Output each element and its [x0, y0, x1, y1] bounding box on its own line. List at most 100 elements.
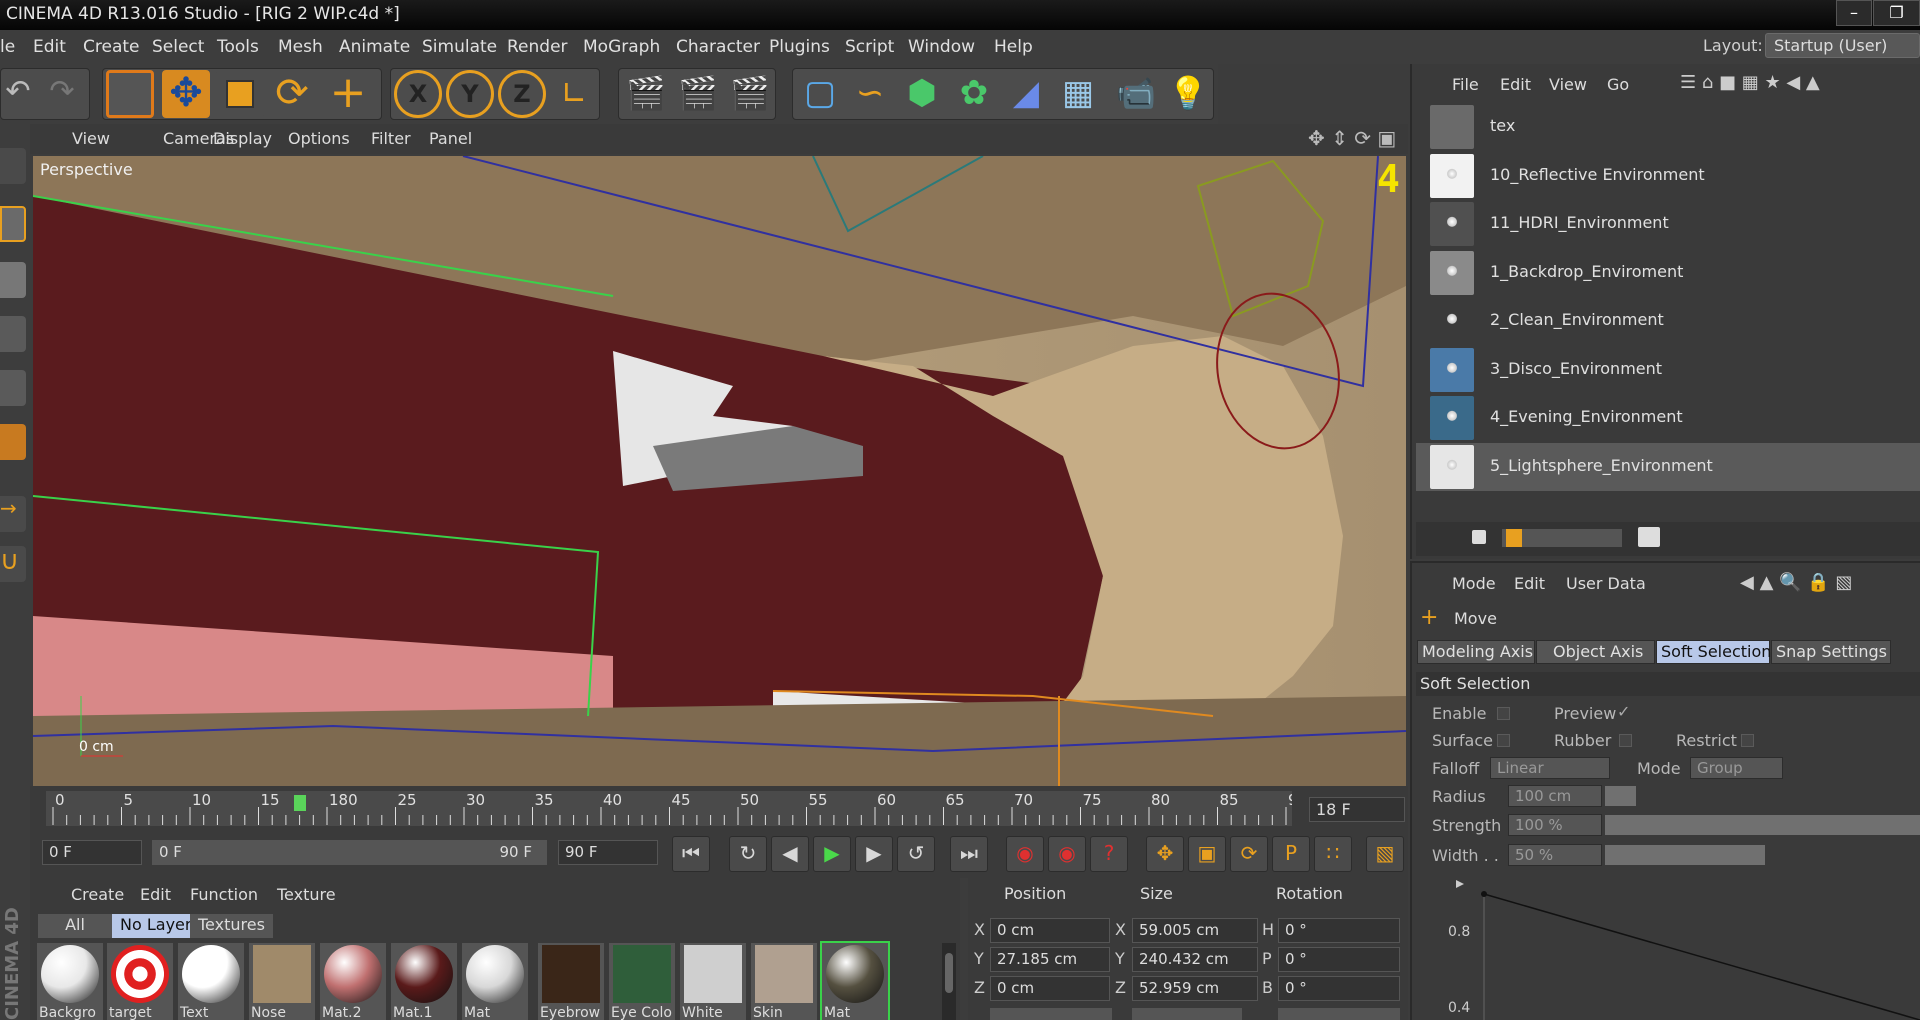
attr-menu-mode[interactable]: Mode [1452, 574, 1496, 593]
radius-slider[interactable] [1605, 786, 1636, 806]
model-mode-icon[interactable] [0, 206, 26, 242]
play-icon[interactable]: ▶ [813, 836, 851, 872]
content-item[interactable]: 2_Clean_Environment [1416, 297, 1920, 345]
scheme-icon[interactable]: ▧ [1366, 836, 1404, 872]
mat-tab-no-layer[interactable]: No Layer [112, 914, 200, 938]
size-field[interactable]: 59.005 cm [1132, 918, 1258, 943]
undo-icon[interactable]: ↶ [0, 74, 36, 114]
material-swatch[interactable]: Mat.2 [320, 943, 386, 1020]
width-field[interactable]: 50 % [1508, 844, 1602, 866]
menu-window[interactable]: Window [908, 37, 975, 57]
recent-tool-icon[interactable]: + [324, 70, 372, 118]
content-item[interactable]: 5_Lightsphere_Environment [1416, 442, 1920, 491]
restrict-checkbox[interactable] [1741, 734, 1754, 747]
menu-simulate[interactable]: Simulate [422, 37, 497, 57]
current-frame-field[interactable]: 18 F [1309, 797, 1405, 822]
render-picture-viewer-icon[interactable]: 🎬 [674, 70, 722, 118]
strength-field[interactable]: 100 % [1508, 814, 1602, 836]
coordinate-mode-dropdown[interactable] [990, 1008, 1112, 1020]
material-swatch[interactable]: Nose [249, 943, 315, 1020]
rotation-field[interactable]: 0 ° [1278, 976, 1400, 1001]
menu-mograph[interactable]: MoGraph [583, 37, 660, 57]
material-swatch[interactable]: White [680, 943, 746, 1020]
polygons-mode-icon[interactable] [0, 424, 26, 460]
mode-dropdown[interactable]: Group [1690, 757, 1783, 779]
material-scrollbar[interactable] [942, 943, 956, 1020]
make-editable-icon[interactable] [0, 148, 26, 184]
start-frame-field[interactable]: 0 F [42, 840, 142, 865]
menu-file[interactable]: le [0, 37, 15, 57]
timeline-playhead[interactable] [294, 795, 306, 811]
vp-menu-display[interactable]: Display [213, 129, 272, 148]
floor-icon[interactable]: ▦ [1054, 70, 1102, 118]
position-field[interactable]: 0 cm [990, 918, 1110, 943]
minimize-button[interactable]: – [1836, 0, 1872, 26]
redo-icon[interactable]: ↷ [42, 74, 82, 114]
mat-menu-edit[interactable]: Edit [140, 885, 171, 904]
render-settings-icon[interactable]: 🎬 [726, 70, 774, 118]
preview-checkbox[interactable]: ✓ [1617, 702, 1630, 721]
mat-menu-texture[interactable]: Texture [277, 885, 336, 904]
cb-menu-file[interactable]: File [1452, 75, 1479, 94]
texture-mode-icon[interactable] [0, 262, 26, 298]
autokey-icon[interactable]: ◉ [1048, 836, 1086, 872]
menu-animate[interactable]: Animate [339, 37, 410, 57]
material-swatch[interactable]: Mat.1 [391, 943, 457, 1020]
edges-mode-icon[interactable] [0, 370, 26, 406]
record-key-icon[interactable]: ◉ [1006, 836, 1044, 872]
content-item[interactable]: 10_Reflective Environment [1416, 152, 1920, 200]
snap-icon[interactable]: → [0, 496, 26, 532]
menu-help[interactable]: Help [994, 37, 1033, 57]
camera-icon[interactable]: 📹 [1112, 70, 1160, 118]
mat-menu-function[interactable]: Function [190, 885, 258, 904]
rubber-checkbox[interactable] [1619, 734, 1632, 747]
viewport-nav-icons[interactable]: ✥ ⇕ ⟳ ▣ [1308, 126, 1396, 150]
key-parameter-icon[interactable]: P [1272, 836, 1310, 872]
tab-modeling-axis[interactable]: Modeling Axis [1417, 640, 1535, 664]
content-item[interactable]: 1_Backdrop_Enviroment [1416, 249, 1920, 297]
material-swatch[interactable]: Mat [820, 941, 890, 1020]
falloff-graph[interactable]: 0.8 0.4 [1416, 872, 1920, 1020]
size-field[interactable]: 52.959 cm [1132, 976, 1258, 1001]
material-swatch[interactable]: Eye Colo [609, 943, 675, 1020]
tab-object-axis[interactable]: Object Axis [1536, 640, 1655, 664]
enable-checkbox[interactable] [1497, 707, 1510, 720]
key-position-icon[interactable]: ✥ [1146, 836, 1184, 872]
cb-large-view-icon[interactable] [1638, 527, 1660, 547]
size-field[interactable]: 240.432 cm [1132, 947, 1258, 972]
layout-select[interactable]: Startup (User) [1765, 33, 1920, 58]
falloff-dropdown[interactable]: Linear [1490, 757, 1610, 779]
keyframe-selection-icon[interactable]: ? [1090, 836, 1128, 872]
attr-menu-edit[interactable]: Edit [1514, 574, 1545, 593]
material-swatch[interactable]: target [107, 943, 173, 1020]
move-tool-icon[interactable]: ✥ [162, 70, 210, 118]
menu-character[interactable]: Character [676, 37, 760, 57]
material-swatch[interactable]: Backgro [37, 943, 103, 1020]
nurbs-icon[interactable]: ⬢ [898, 70, 946, 118]
material-swatch[interactable]: Text [178, 943, 244, 1020]
cb-menu-view[interactable]: View [1549, 75, 1587, 94]
perspective-viewport[interactable]: 0 cm [33, 156, 1406, 786]
deformer-icon[interactable]: ◢ [1002, 70, 1050, 118]
x-axis-lock-icon[interactable]: X [394, 70, 442, 118]
surface-checkbox[interactable] [1497, 734, 1510, 747]
menu-script[interactable]: Script [845, 37, 894, 57]
rotation-field[interactable]: 0 ° [1278, 918, 1400, 943]
previous-frame-icon[interactable]: ◀ [771, 836, 809, 872]
mat-tab-all[interactable]: All [38, 914, 112, 938]
width-slider[interactable] [1605, 845, 1765, 865]
menu-select[interactable]: Select [152, 37, 204, 57]
menu-create[interactable]: Create [83, 37, 140, 57]
frame-range-slider[interactable]: 0 F 90 F [152, 840, 547, 865]
tab-soft-selection[interactable]: Soft Selection [1656, 640, 1771, 664]
scale-tool-icon[interactable] [216, 70, 264, 118]
cb-menu-edit[interactable]: Edit [1500, 75, 1531, 94]
cb-toolbar-icons[interactable]: ☰ ⌂ ■ ▦ ★ ◀ ▲ [1680, 72, 1820, 93]
content-item[interactable]: 4_Evening_Environment [1416, 394, 1920, 442]
mat-menu-create[interactable]: Create [71, 885, 124, 904]
go-to-start-icon[interactable]: ⏮ [672, 836, 710, 872]
coordinate-system-icon[interactable]: ∟ [550, 70, 598, 118]
menu-render[interactable]: Render [507, 37, 568, 57]
menu-plugins[interactable]: Plugins [769, 37, 830, 57]
strength-slider[interactable] [1605, 815, 1920, 835]
